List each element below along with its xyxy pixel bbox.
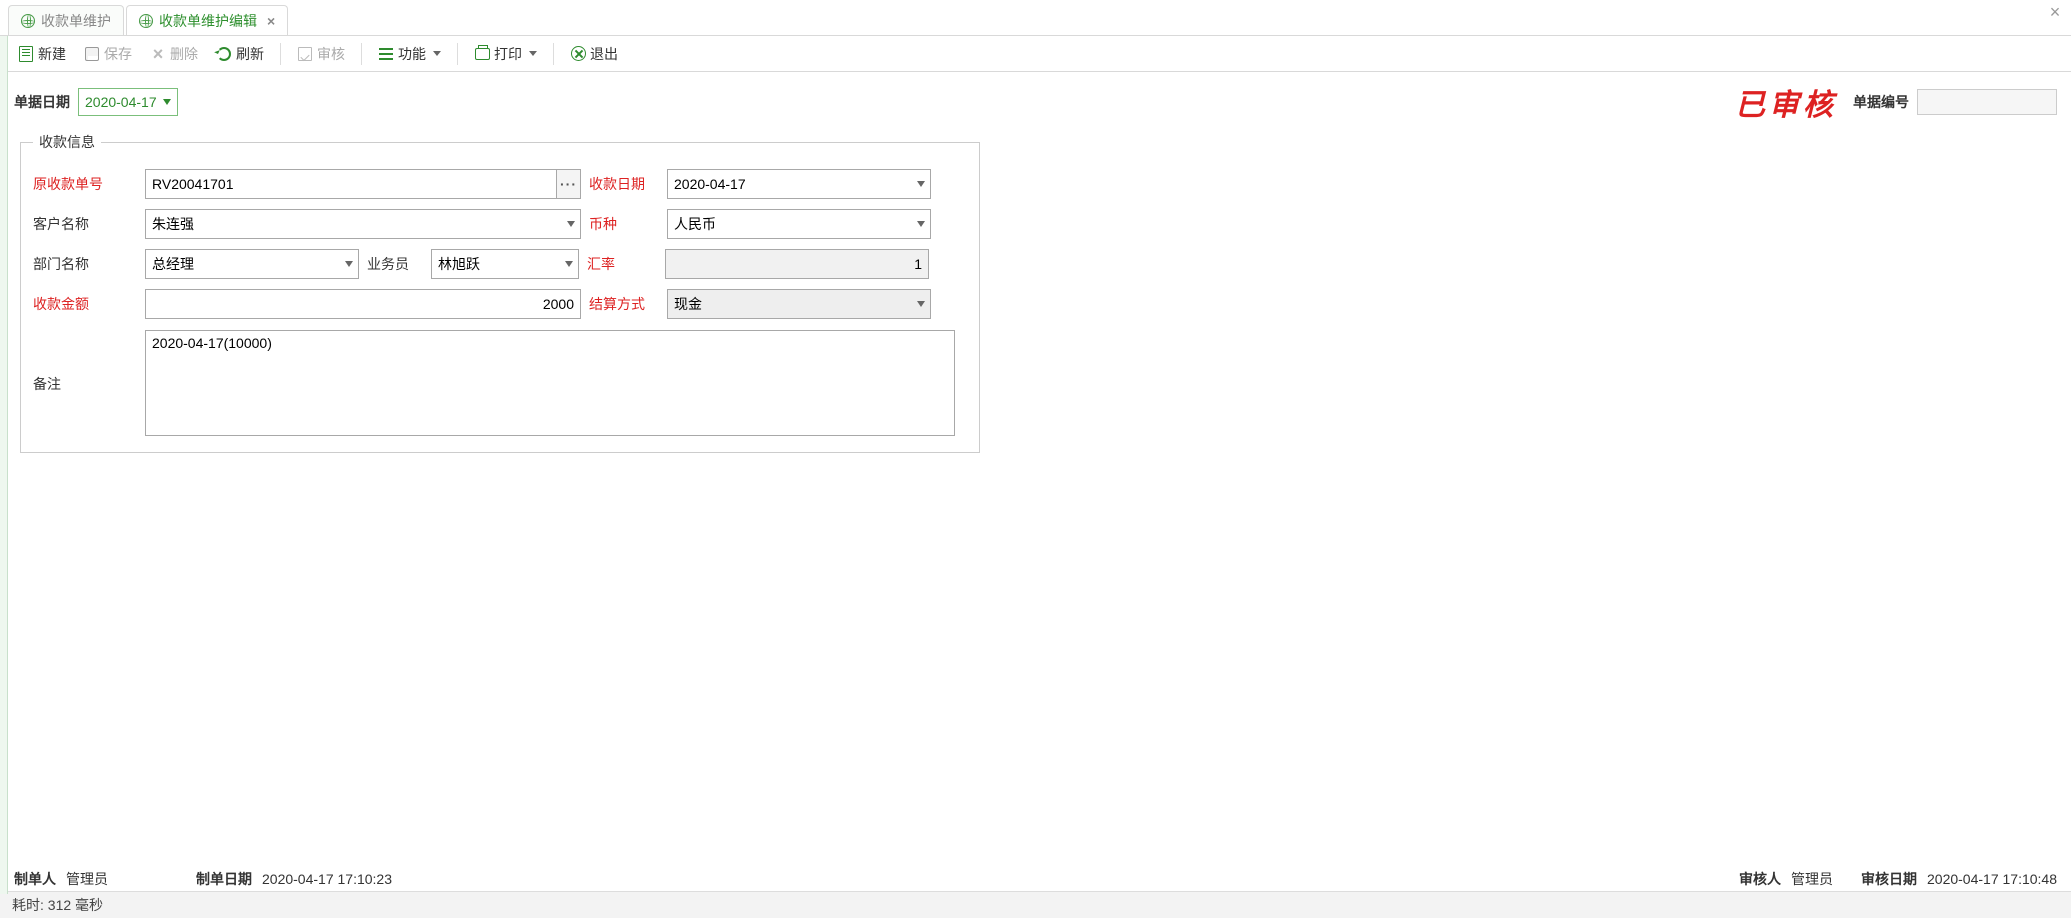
amount-label: 收款金额 — [33, 294, 145, 314]
customer-input[interactable] — [145, 209, 581, 239]
audit-button[interactable]: 审核 — [291, 40, 351, 68]
customer-label: 客户名称 — [33, 214, 145, 234]
new-icon — [18, 46, 34, 62]
document-footer: 制单人 管理员 制单日期 2020-04-17 17:10:23 审核人 管理员… — [0, 863, 2071, 891]
document-header: 单据日期 2020-04-17 已审核 单据编号 — [0, 72, 2071, 128]
salesperson-input[interactable] — [431, 249, 579, 279]
save-button[interactable]: 保存 — [78, 40, 138, 68]
separator — [553, 43, 554, 65]
orig-receipt-no-label: 原收款单号 — [33, 174, 145, 194]
dept-input[interactable] — [145, 249, 359, 279]
chevron-down-icon — [529, 51, 537, 56]
orig-receipt-no-input[interactable] — [145, 169, 557, 199]
audit-label: 审核 — [317, 44, 345, 64]
audit-icon — [297, 46, 313, 62]
save-icon — [84, 46, 100, 62]
delete-button[interactable]: × 删除 — [144, 40, 204, 68]
dept-label: 部门名称 — [33, 254, 145, 274]
doc-date-picker[interactable]: 2020-04-17 — [78, 88, 178, 116]
print-icon — [474, 46, 490, 62]
tab-label: 收款单维护编辑 — [159, 11, 257, 31]
receipt-date-input[interactable] — [667, 169, 931, 199]
settlement-input[interactable] — [667, 289, 931, 319]
settlement-label: 结算方式 — [581, 294, 667, 314]
rate-input[interactable] — [665, 249, 929, 279]
memo-textarea[interactable] — [145, 330, 955, 436]
doc-no-label: 单据编号 — [1853, 92, 1909, 112]
refresh-button[interactable]: 刷新 — [210, 40, 270, 68]
maker-label: 制单人 — [14, 869, 56, 889]
tab-receipt-edit[interactable]: 收款单维护编辑 × — [126, 5, 288, 35]
receipt-info-fieldset: 收款信息 原收款单号 ··· 收款日期 客户名称 币种 部门名称 业务员 汇率 — [20, 132, 980, 453]
salesperson-label: 业务员 — [359, 254, 431, 274]
refresh-icon — [216, 46, 232, 62]
status-text: 耗时: 312 毫秒 — [12, 897, 103, 913]
maker-value: 管理员 — [66, 869, 108, 889]
ellipsis-icon: ··· — [560, 176, 577, 192]
separator — [457, 43, 458, 65]
function-icon — [378, 46, 394, 62]
save-label: 保存 — [104, 44, 132, 64]
delete-label: 删除 — [170, 44, 198, 64]
auditor-label: 审核人 — [1739, 869, 1781, 889]
status-bar: 耗时: 312 毫秒 — [0, 891, 2071, 918]
amount-input[interactable] — [145, 289, 581, 319]
separator — [280, 43, 281, 65]
separator — [361, 43, 362, 65]
auditor-value: 管理员 — [1791, 869, 1833, 889]
function-label: 功能 — [398, 44, 426, 64]
refresh-label: 刷新 — [236, 44, 264, 64]
new-label: 新建 — [38, 44, 66, 64]
make-date-value: 2020-04-17 17:10:23 — [262, 871, 392, 887]
audit-stamp: 已审核 — [1735, 80, 1837, 124]
receipt-date-label: 收款日期 — [581, 174, 667, 194]
orig-receipt-lookup-button[interactable]: ··· — [557, 169, 581, 199]
exit-icon — [570, 46, 586, 62]
exit-label: 退出 — [590, 44, 618, 64]
print-button[interactable]: 打印 — [468, 40, 543, 68]
new-button[interactable]: 新建 — [12, 40, 72, 68]
delete-icon: × — [150, 46, 166, 62]
currency-label: 币种 — [581, 214, 667, 234]
make-date-label: 制单日期 — [196, 869, 252, 889]
function-button[interactable]: 功能 — [372, 40, 447, 68]
doc-date-label: 单据日期 — [14, 92, 70, 112]
form-area: 收款信息 原收款单号 ··· 收款日期 客户名称 币种 部门名称 业务员 汇率 — [0, 128, 2071, 863]
toolbar: 新建 保存 × 删除 刷新 审核 功能 打印 — [0, 36, 2071, 72]
chevron-down-icon — [163, 99, 171, 105]
globe-icon — [21, 14, 35, 28]
print-label: 打印 — [494, 44, 522, 64]
close-all-icon[interactable]: × — [2045, 2, 2065, 23]
doc-no-input[interactable] — [1917, 89, 2057, 115]
close-tab-icon[interactable]: × — [263, 13, 275, 29]
fieldset-legend: 收款信息 — [33, 132, 101, 152]
tab-label: 收款单维护 — [41, 11, 111, 31]
memo-label: 备注 — [33, 330, 145, 394]
doc-date-value: 2020-04-17 — [85, 94, 157, 110]
currency-input[interactable] — [667, 209, 931, 239]
audit-date-label: 审核日期 — [1861, 869, 1917, 889]
chevron-down-icon — [433, 51, 441, 56]
globe-icon — [139, 14, 153, 28]
rate-label: 汇率 — [579, 254, 665, 274]
tab-receipt-list[interactable]: 收款单维护 — [8, 5, 124, 35]
audit-date-value: 2020-04-17 17:10:48 — [1927, 871, 2057, 887]
tab-bar: 收款单维护 收款单维护编辑 × × — [0, 0, 2071, 36]
exit-button[interactable]: 退出 — [564, 40, 624, 68]
